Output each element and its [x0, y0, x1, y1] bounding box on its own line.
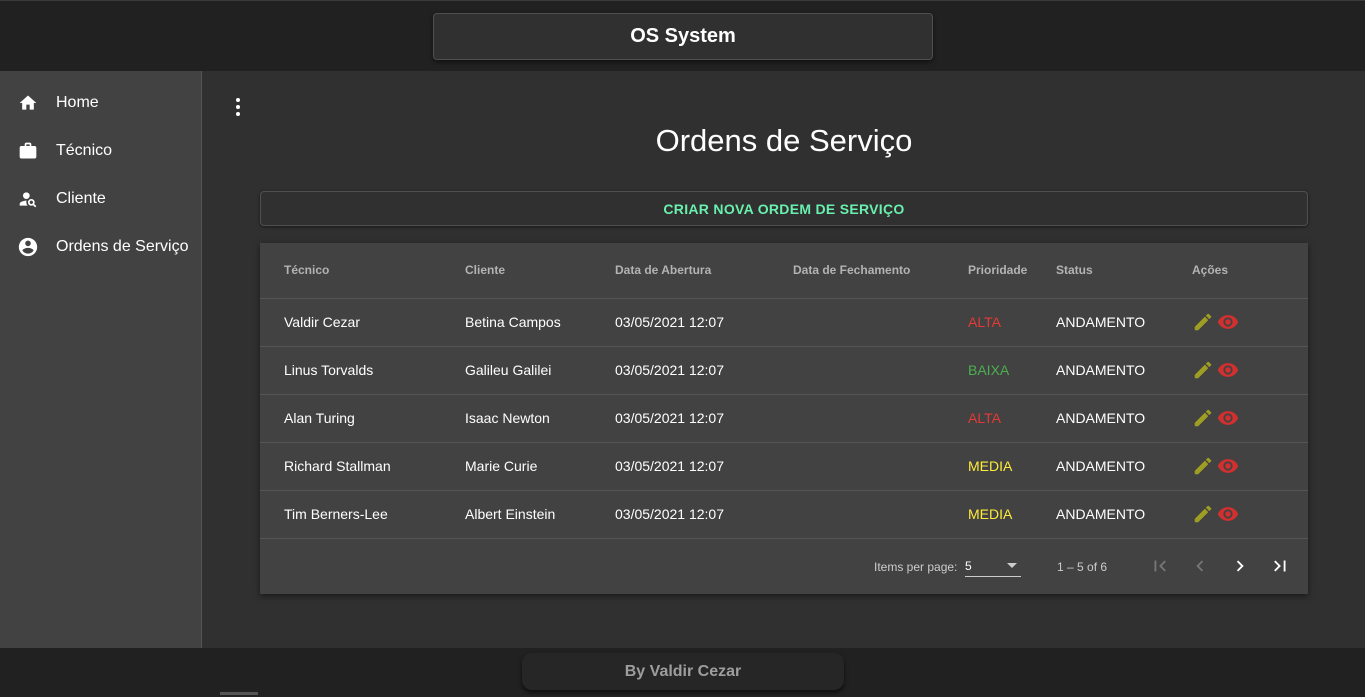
first-page-button[interactable]	[1147, 553, 1173, 579]
eye-icon[interactable]	[1216, 359, 1240, 381]
cell-cliente: Marie Curie	[465, 442, 615, 491]
create-order-button[interactable]: CRIAR NOVA ORDEM DE SERVIÇO	[260, 191, 1308, 226]
main-content: Ordens de Serviço CRIAR NOVA ORDEM DE SE…	[203, 71, 1365, 648]
table-header-row: Técnico Cliente Data de Abertura Data de…	[260, 243, 1308, 299]
eye-icon[interactable]	[1216, 455, 1240, 477]
cell-tecnico: Linus Torvalds	[260, 346, 465, 395]
table-row: Valdir Cezar Betina Campos 03/05/2021 12…	[260, 298, 1308, 347]
sidebar-item-label: Ordens de Serviço	[56, 238, 189, 255]
account-circle-icon	[16, 235, 40, 259]
orders-table: Técnico Cliente Data de Abertura Data de…	[260, 243, 1308, 539]
column-header-tecnico: Técnico	[260, 243, 465, 299]
cell-acoes	[1192, 394, 1308, 443]
table-row: Linus Torvalds Galileu Galilei 03/05/202…	[260, 346, 1308, 395]
cell-acoes	[1192, 298, 1308, 347]
chevron-right-icon	[1236, 560, 1244, 572]
cell-acoes	[1192, 490, 1308, 539]
app-title: OS System	[433, 13, 933, 60]
cell-abertura: 03/05/2021 12:07	[615, 442, 793, 491]
cell-status: ANDAMENTO	[1056, 490, 1192, 539]
cell-status: ANDAMENTO	[1056, 298, 1192, 347]
sidebar-item-tecnico[interactable]: Técnico	[0, 127, 201, 175]
sidebar-item-label: Cliente	[56, 190, 106, 207]
eye-icon[interactable]	[1216, 311, 1240, 333]
cell-prioridade: ALTA	[968, 298, 1056, 347]
table-row: Tim Berners-Lee Albert Einstein 03/05/20…	[260, 490, 1308, 539]
cell-fechamento	[793, 298, 968, 347]
paginator: Items per page: 5 1 – 5 of 6	[260, 539, 1308, 594]
column-header-abertura: Data de Abertura	[615, 243, 793, 299]
cell-acoes	[1192, 442, 1308, 491]
top-toolbar: OS System	[0, 0, 1365, 71]
cell-fechamento	[793, 490, 968, 539]
cell-tecnico: Alan Turing	[260, 394, 465, 443]
cell-abertura: 03/05/2021 12:07	[615, 298, 793, 347]
cell-prioridade: MEDIA	[968, 490, 1056, 539]
cell-status: ANDAMENTO	[1056, 394, 1192, 443]
page-title: Ordens de Serviço	[655, 123, 913, 158]
table-row: Alan Turing Isaac Newton 03/05/2021 12:0…	[260, 394, 1308, 443]
table-row: Richard Stallman Marie Curie 03/05/2021 …	[260, 442, 1308, 491]
cell-cliente: Betina Campos	[465, 298, 615, 347]
last-page-button[interactable]	[1267, 553, 1293, 579]
cell-abertura: 03/05/2021 12:07	[615, 394, 793, 443]
cell-prioridade: MEDIA	[968, 442, 1056, 491]
chevron-left-icon	[1196, 560, 1204, 572]
eye-icon[interactable]	[1216, 407, 1240, 429]
page-range-label: 1 – 5 of 6	[1057, 560, 1108, 574]
cell-fechamento	[793, 442, 968, 491]
cell-cliente: Isaac Newton	[465, 394, 615, 443]
cell-status: ANDAMENTO	[1056, 346, 1192, 395]
cell-prioridade: BAIXA	[968, 346, 1056, 395]
footer-divider	[220, 692, 258, 695]
home-icon	[16, 91, 40, 115]
cell-prioridade: ALTA	[968, 394, 1056, 443]
sidebar-item-label: Técnico	[56, 142, 113, 159]
cell-tecnico: Valdir Cezar	[260, 298, 465, 347]
next-page-button[interactable]	[1227, 553, 1253, 579]
previous-page-button[interactable]	[1187, 553, 1213, 579]
cell-abertura: 03/05/2021 12:07	[615, 490, 793, 539]
cell-cliente: Galileu Galilei	[465, 346, 615, 395]
sidebar: Home Técnico Cliente Ordens de Serviço	[0, 71, 202, 648]
cell-fechamento	[793, 394, 968, 443]
items-per-page-label: Items per page:	[874, 560, 958, 574]
items-per-page-value: 5	[965, 558, 972, 573]
edit-icon[interactable]	[1192, 503, 1214, 525]
orders-table-card: Técnico Cliente Data de Abertura Data de…	[260, 243, 1308, 594]
cell-abertura: 03/05/2021 12:07	[615, 346, 793, 395]
column-header-prioridade: Prioridade	[968, 243, 1056, 299]
footer-credit: By Valdir Cezar	[522, 653, 844, 690]
items-per-page-select[interactable]: 5	[965, 555, 1021, 577]
column-header-status: Status	[1056, 243, 1192, 299]
edit-icon[interactable]	[1192, 407, 1214, 429]
edit-icon[interactable]	[1192, 359, 1214, 381]
sidebar-item-label: Home	[56, 94, 99, 111]
column-header-fechamento: Data de Fechamento	[793, 243, 968, 299]
more-vert-icon[interactable]	[228, 95, 248, 119]
edit-icon[interactable]	[1192, 311, 1214, 333]
eye-icon[interactable]	[1216, 503, 1240, 525]
last-page-icon	[1274, 560, 1286, 572]
cell-tecnico: Richard Stallman	[260, 442, 465, 491]
dropdown-arrow-icon	[1007, 563, 1017, 568]
person-search-icon	[16, 187, 40, 211]
cell-cliente: Albert Einstein	[465, 490, 615, 539]
sidebar-item-home[interactable]: Home	[0, 79, 201, 127]
briefcase-icon	[16, 139, 40, 163]
cell-fechamento	[793, 346, 968, 395]
cell-acoes	[1192, 346, 1308, 395]
footer: By Valdir Cezar	[0, 648, 1365, 697]
cell-tecnico: Tim Berners-Lee	[260, 490, 465, 539]
first-page-icon	[1154, 560, 1166, 572]
sidebar-item-ordens[interactable]: Ordens de Serviço	[0, 223, 201, 271]
sidebar-item-cliente[interactable]: Cliente	[0, 175, 201, 223]
edit-icon[interactable]	[1192, 455, 1214, 477]
cell-status: ANDAMENTO	[1056, 442, 1192, 491]
column-header-acoes: Ações	[1192, 243, 1308, 299]
column-header-cliente: Cliente	[465, 243, 615, 299]
